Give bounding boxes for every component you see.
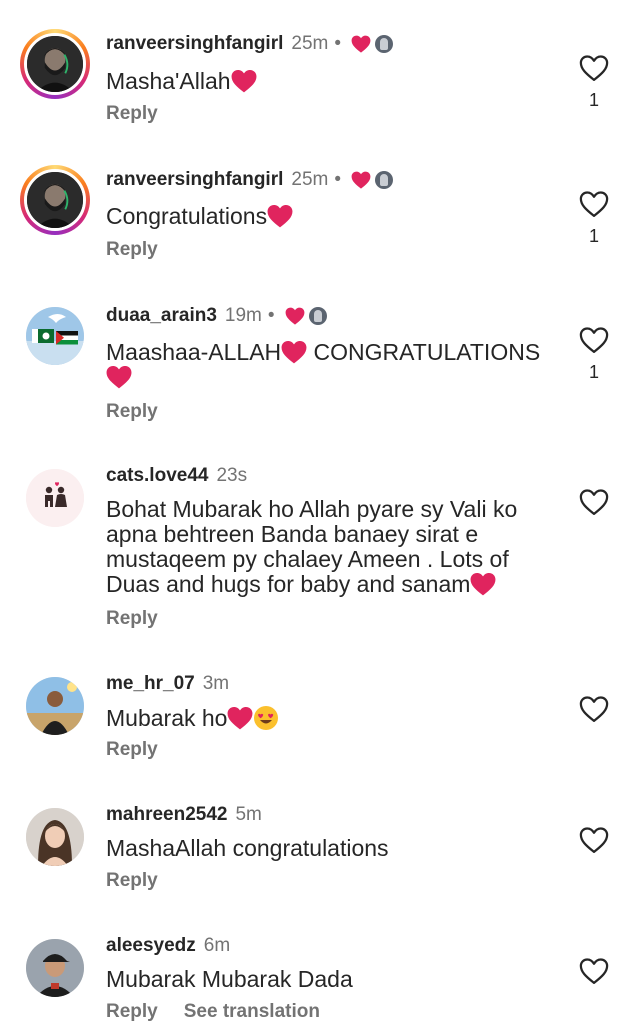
reply-button[interactable]: Reply (106, 103, 158, 124)
timestamp: 3m (202, 673, 230, 694)
red-heart-emoji-icon (106, 365, 132, 389)
red-heart-emoji-icon (227, 706, 253, 730)
comment-actions: Reply (106, 239, 158, 261)
username[interactable]: mahreen2542 (106, 804, 227, 825)
username[interactable]: aleesyedz (106, 935, 196, 956)
comment-text-content: Congratulations (106, 203, 268, 229)
see-translation-button[interactable]: See translation (184, 1001, 320, 1022)
like-heart-outline-icon[interactable] (579, 326, 609, 354)
timestamp: 6m (203, 935, 231, 956)
comment-actions: Reply (106, 103, 158, 125)
comment-meta: ranveersinghfangirl 25m • (106, 32, 394, 56)
username[interactable]: cats.love44 (106, 465, 208, 486)
avatar[interactable] (26, 939, 84, 997)
comment-meta: ranveersinghfangirl 25m • (106, 168, 394, 192)
username[interactable]: ranveersinghfangirl (106, 33, 283, 54)
flags-sky-avatar-icon (26, 307, 84, 365)
reply-button[interactable]: Reply (106, 608, 158, 629)
comment-text: Congratulations (106, 204, 546, 229)
username[interactable]: me_hr_07 (106, 673, 195, 694)
reply-button[interactable]: Reply (106, 739, 158, 760)
comment-actions: Reply (106, 739, 158, 761)
comment-meta: duaa_arain3 19m • (106, 304, 327, 328)
like-heart-outline-icon[interactable] (579, 488, 609, 516)
comment-meta: mahreen2542 5m (106, 803, 262, 827)
comment-text: MashaAllah congratulations (106, 836, 546, 861)
like-heart-outline-icon[interactable] (579, 695, 609, 723)
username[interactable]: duaa_arain3 (106, 305, 217, 326)
comment-meta: aleesyedz 6m (106, 934, 230, 958)
comment-text: Mubarak ho (106, 705, 546, 731)
timestamp: 25m (291, 169, 329, 190)
man-outdoors-avatar-icon (26, 677, 84, 735)
comment-text-content: Masha'Allah (106, 68, 231, 94)
like-count[interactable]: 1 (583, 226, 605, 247)
avatar[interactable] (26, 307, 84, 365)
separator-dot: • (334, 169, 342, 190)
timestamp: 5m (235, 804, 262, 825)
comment-meta: me_hr_07 3m (106, 672, 229, 696)
liked-by-author-heart-icon (285, 307, 305, 325)
couple-silhouette-avatar-icon (26, 469, 84, 527)
girl-portrait-avatar-icon (26, 808, 84, 866)
comment-text-content: Mubarak Mubarak Dada (106, 966, 353, 992)
reply-button[interactable]: Reply (106, 870, 158, 891)
comment-text: Masha'Allah (106, 69, 546, 94)
liked-by-author-heart-icon (351, 171, 371, 189)
reply-button[interactable]: Reply (106, 401, 158, 422)
author-avatar-mini (375, 170, 394, 189)
comment-text-content: MashaAllah congratulations (106, 835, 389, 861)
like-heart-outline-icon[interactable] (579, 190, 609, 218)
like-heart-outline-icon[interactable] (579, 826, 609, 854)
comment-text: Mubarak Mubarak Dada (106, 967, 546, 992)
comment-text-content: Maashaa-ALLAH (106, 339, 282, 365)
like-heart-outline-icon[interactable] (579, 957, 609, 985)
bearded-man-avatar-icon (27, 172, 83, 228)
reply-button[interactable]: Reply (106, 239, 158, 260)
avatar[interactable] (26, 677, 84, 735)
comment-actions: Reply (106, 870, 158, 892)
comment-actions: Reply See translation (106, 1001, 320, 1023)
man-cap-avatar-icon (26, 939, 84, 997)
author-avatar-mini (308, 306, 327, 325)
like-heart-outline-icon[interactable] (579, 54, 609, 82)
timestamp: 23s (216, 465, 248, 486)
comment-meta: cats.love44 23s (106, 464, 247, 488)
username[interactable]: ranveersinghfangirl (106, 169, 283, 190)
avatar[interactable] (26, 808, 84, 866)
separator-dot: • (334, 33, 342, 54)
avatar[interactable] (20, 29, 90, 99)
red-heart-emoji-icon (470, 572, 496, 596)
reply-button[interactable]: Reply (106, 1001, 158, 1022)
bearded-man-avatar-icon (27, 36, 83, 92)
avatar[interactable] (20, 165, 90, 235)
comment-text-content: Bohat Mubarak ho Allah pyare sy Vali ko … (106, 496, 518, 597)
like-count[interactable]: 1 (583, 362, 605, 383)
red-heart-emoji-icon (231, 69, 257, 93)
timestamp: 19m (224, 305, 262, 326)
comment-text: Maashaa-ALLAH CONGRATULATIONS (106, 340, 566, 390)
comment-text-continued: CONGRATULATIONS (307, 339, 541, 365)
red-heart-emoji-icon (267, 204, 293, 228)
comment-text: Bohat Mubarak ho Allah pyare sy Vali ko … (106, 497, 556, 597)
author-avatar-mini (375, 34, 394, 53)
separator-dot: • (267, 305, 275, 326)
timestamp: 25m (291, 33, 329, 54)
comment-actions: Reply (106, 401, 158, 423)
liked-by-author-heart-icon (351, 35, 371, 53)
red-heart-emoji-icon (281, 340, 307, 364)
comment-actions: Reply (106, 608, 158, 630)
heart-eyes-emoji-icon (254, 706, 279, 730)
like-count[interactable]: 1 (583, 90, 605, 111)
avatar[interactable] (26, 469, 84, 527)
comment-text-content: Mubarak ho (106, 705, 228, 731)
